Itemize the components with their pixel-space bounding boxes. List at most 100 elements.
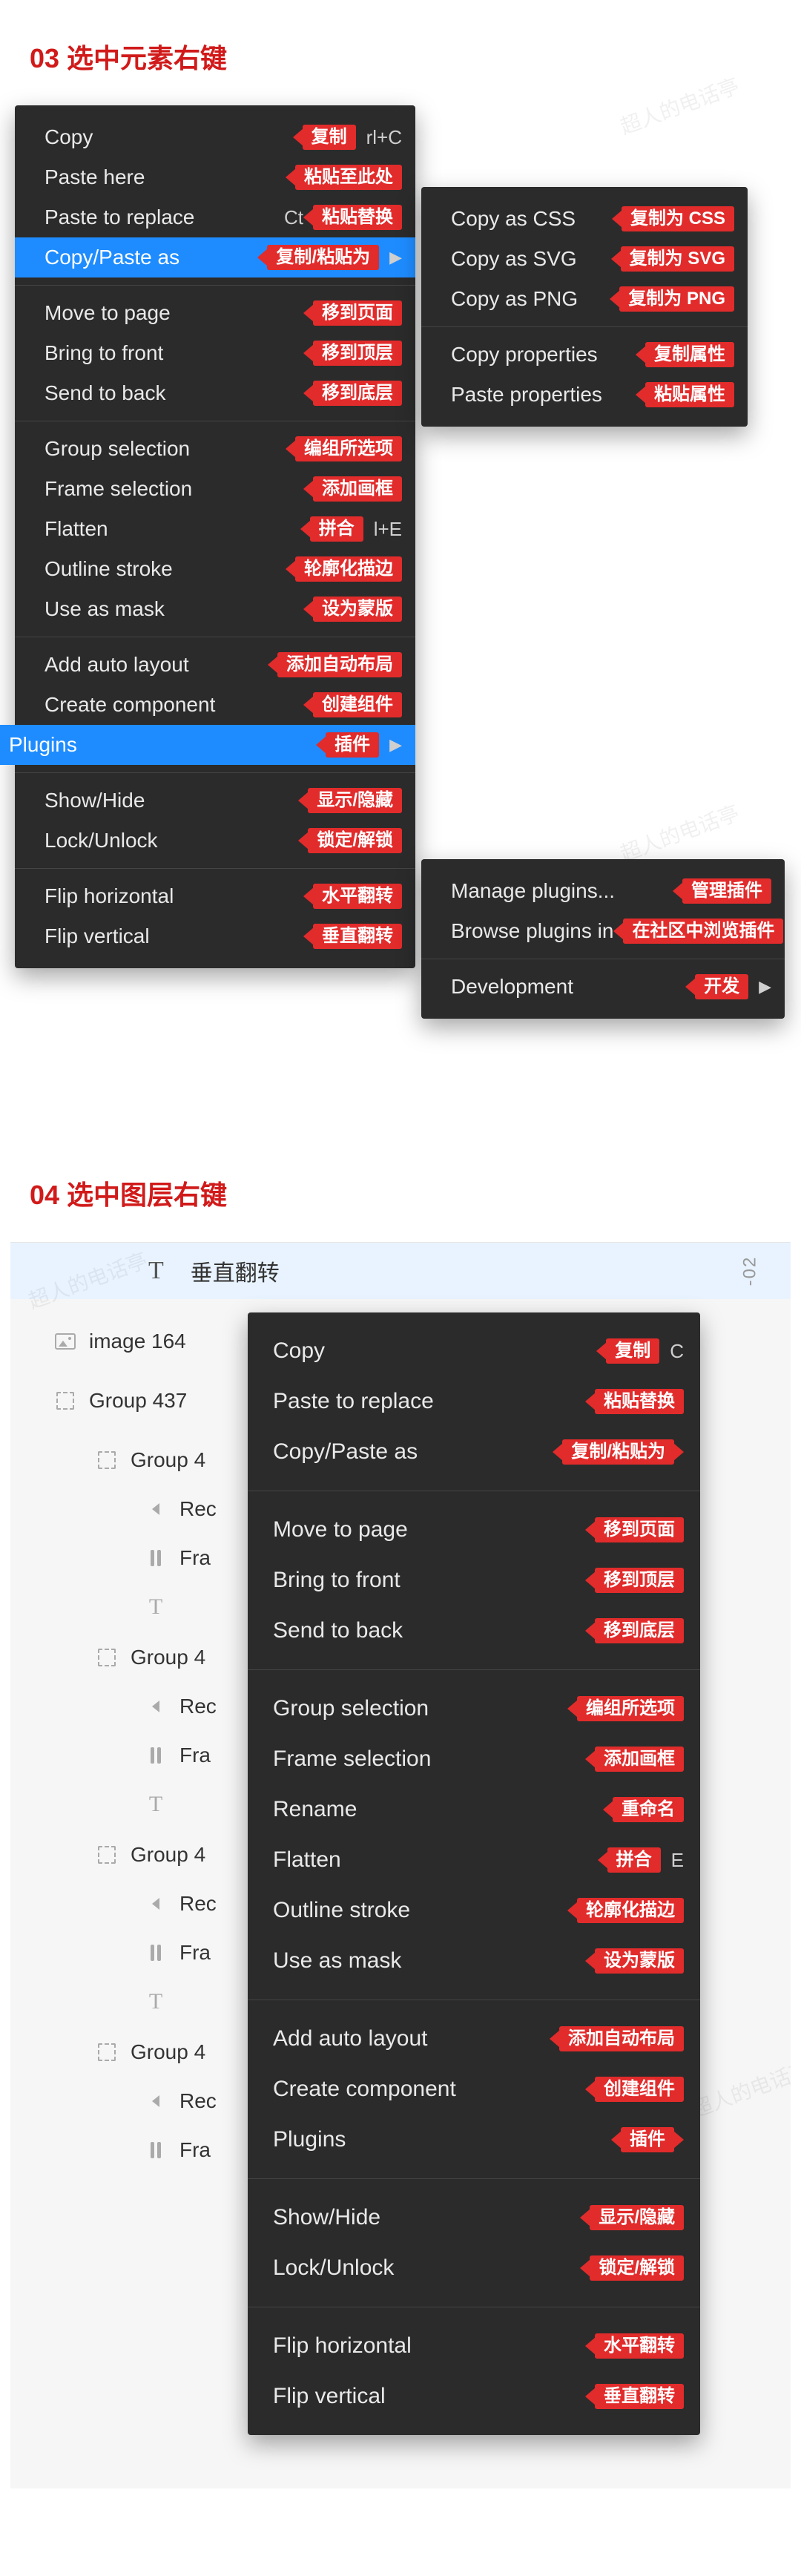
menu-item-rename[interactable]: Rename重命名 <box>248 1784 700 1835</box>
annotation-tag: 移到顶层 <box>585 1568 684 1593</box>
menu-item-flip-vertical[interactable]: Flip vertical垂直翻转 <box>248 2371 700 2422</box>
annotation-tag: 创建组件 <box>303 692 402 717</box>
text-icon: T <box>141 1792 171 1817</box>
menu-item-flip-horizontal[interactable]: Flip horizontal水平翻转 <box>248 2321 700 2371</box>
frame-icon <box>141 1550 171 1566</box>
menu-item-copy-as-png[interactable]: Copy as PNG复制为 PNG <box>421 279 748 319</box>
menu-item-use-as-mask[interactable]: Use as mask设为蒙版 <box>248 1936 700 1986</box>
menu-item-lock-unlock[interactable]: Lock/Unlock锁定/解锁 <box>248 2243 700 2293</box>
menu-item-group-selection[interactable]: Group selection编组所选项 <box>248 1683 700 1734</box>
menu-item-copy-paste-as[interactable]: Copy/Paste as复制/粘贴为▶ <box>15 237 415 277</box>
layer-name: Fra <box>179 2138 211 2162</box>
annotation-tag: 复制 <box>596 1338 659 1364</box>
annotation-tag: 轮廓化描边 <box>286 556 402 582</box>
menu-item-copy-as-css[interactable]: Copy as CSS复制为 CSS <box>421 199 748 239</box>
menu-item-label: Send to back <box>273 1618 585 1643</box>
menu-divider <box>15 772 415 773</box>
menu-item-frame-selection[interactable]: Frame selection添加画框 <box>248 1734 700 1784</box>
annotation-tag: 管理插件 <box>673 878 771 904</box>
context-menu-element: Copy复制rl+CPaste here粘贴至此处Paste to replac… <box>15 105 415 968</box>
menu-item-add-auto-layout[interactable]: Add auto layout添加自动布局 <box>15 645 415 685</box>
menu-item-label: Browse plugins in <box>451 919 613 943</box>
menu-item-plugins[interactable]: Plugins插件 <box>248 2115 700 2165</box>
menu-item-copy-paste-as[interactable]: Copy/Paste as复制/粘贴为 <box>248 1427 700 1477</box>
menu-item-manage-plugins-[interactable]: Manage plugins...管理插件 <box>421 871 785 911</box>
menu-item-label: Paste to replace <box>273 1389 585 1414</box>
menu-item-label: Paste to replace <box>44 206 274 229</box>
menu-item-label: Lock/Unlock <box>44 829 298 852</box>
section-04-title: 04 选中图层右键 <box>0 1137 801 1242</box>
menu-item-browse-plugins-in[interactable]: Browse plugins in在社区中浏览插件 <box>421 911 785 951</box>
annotation-tag: 复制为 SVG <box>611 246 734 272</box>
menu-item-bring-to-front[interactable]: Bring to front移到顶层 <box>15 333 415 373</box>
menu-item-label: Use as mask <box>44 597 303 621</box>
menu-item-copy-properties[interactable]: Copy properties复制属性 <box>421 335 748 375</box>
menu-item-move-to-page[interactable]: Move to page移到页面 <box>248 1505 700 1555</box>
menu-item-use-as-mask[interactable]: Use as mask设为蒙版 <box>15 589 415 629</box>
menu-item-paste-to-replace[interactable]: Paste to replaceCt粘贴替换 <box>15 197 415 237</box>
menu-item-label: Bring to front <box>44 341 303 365</box>
menu-item-paste-here[interactable]: Paste here粘贴至此处 <box>15 157 415 197</box>
menu-item-outline-stroke[interactable]: Outline stroke轮廓化描边 <box>15 549 415 589</box>
menu-item-label: Outline stroke <box>44 557 286 581</box>
group-icon <box>50 1392 80 1410</box>
menu-item-paste-properties[interactable]: Paste properties粘贴属性 <box>421 375 748 415</box>
menu-item-paste-to-replace[interactable]: Paste to replace粘贴替换 <box>248 1376 700 1427</box>
menu-item-label: Move to page <box>273 1517 585 1542</box>
menu-item-create-component[interactable]: Create component创建组件 <box>15 685 415 725</box>
menu-item-label: Group selection <box>44 437 286 461</box>
frame-icon <box>141 2142 171 2158</box>
menu-item-flip-vertical[interactable]: Flip vertical垂直翻转 <box>15 916 415 956</box>
layer-name: Fra <box>179 1546 211 1570</box>
menu-item-plugins[interactable]: Plugins插件▶ <box>0 725 415 765</box>
annotation-tag: 移到页面 <box>303 300 402 326</box>
annotation-tag: 移到顶层 <box>303 341 402 366</box>
menu-item-outline-stroke[interactable]: Outline stroke轮廓化描边 <box>248 1885 700 1936</box>
annotation-tag: 添加自动布局 <box>268 652 402 677</box>
menu-item-move-to-page[interactable]: Move to page移到页面 <box>15 293 415 333</box>
menu-item-create-component[interactable]: Create component创建组件 <box>248 2064 700 2115</box>
annotation-tag: 显示/隐藏 <box>580 2205 684 2230</box>
menu-item-copy-as-svg[interactable]: Copy as SVG复制为 SVG <box>421 239 748 279</box>
menu-item-add-auto-layout[interactable]: Add auto layout添加自动布局 <box>248 2014 700 2064</box>
annotation-tag: 复制/粘贴为 <box>257 245 379 270</box>
menu-item-label: Lock/Unlock <box>273 2255 580 2281</box>
annotation-tag: 显示/隐藏 <box>298 788 402 813</box>
shape-icon <box>141 1898 171 1910</box>
menu-item-label: Flip vertical <box>273 2384 585 2409</box>
menu-item-copy[interactable]: Copy复制C <box>248 1326 700 1376</box>
menu-item-show-hide[interactable]: Show/Hide显示/隐藏 <box>15 781 415 821</box>
menu-item-label: Development <box>451 975 685 999</box>
menu-item-flip-horizontal[interactable]: Flip horizontal水平翻转 <box>15 876 415 916</box>
watermark: 超人的电话亭 <box>616 797 743 867</box>
menu-item-development[interactable]: Development开发▶ <box>421 967 785 1007</box>
menu-item-label: Send to back <box>44 381 303 405</box>
context-submenu-copyas: Copy as CSS复制为 CSSCopy as SVG复制为 SVGCopy… <box>421 187 748 427</box>
menu-item-bring-to-front[interactable]: Bring to front移到顶层 <box>248 1555 700 1606</box>
menu-item-label: Paste here <box>44 165 286 189</box>
menu-item-label: Show/Hide <box>44 789 298 812</box>
layer-name: Rec <box>179 1497 217 1521</box>
annotation-tag: 复制为 CSS <box>612 206 734 231</box>
frame-icon <box>141 1747 171 1764</box>
group-icon <box>92 2043 122 2061</box>
chevron-right-icon: ▶ <box>759 977 771 996</box>
annotation-tag: 编组所选项 <box>286 436 402 461</box>
menu-item-flatten[interactable]: Flatten拼合E <box>248 1835 700 1885</box>
menu-item-label: Create component <box>44 693 303 717</box>
menu-item-group-selection[interactable]: Group selection编组所选项 <box>15 429 415 469</box>
menu-divider <box>421 326 748 327</box>
menu-item-lock-unlock[interactable]: Lock/Unlock锁定/解锁 <box>15 821 415 861</box>
menu-item-send-to-back[interactable]: Send to back移到底层 <box>15 373 415 413</box>
menu-divider <box>248 2178 700 2179</box>
menu-item-label: Frame selection <box>273 1747 585 1772</box>
group-icon <box>92 1846 122 1864</box>
menu-item-show-hide[interactable]: Show/Hide显示/隐藏 <box>248 2192 700 2243</box>
annotation-tag: 添加画框 <box>303 476 402 502</box>
menu-item-frame-selection[interactable]: Frame selection添加画框 <box>15 469 415 509</box>
menu-item-copy[interactable]: Copy复制rl+C <box>15 117 415 157</box>
annotation-tag: 添加画框 <box>585 1747 684 1772</box>
menu-item-send-to-back[interactable]: Send to back移到底层 <box>248 1606 700 1656</box>
menu-item-flatten[interactable]: Flatten拼合l+E <box>15 509 415 549</box>
annotation-tag: 锁定/解锁 <box>580 2255 684 2281</box>
